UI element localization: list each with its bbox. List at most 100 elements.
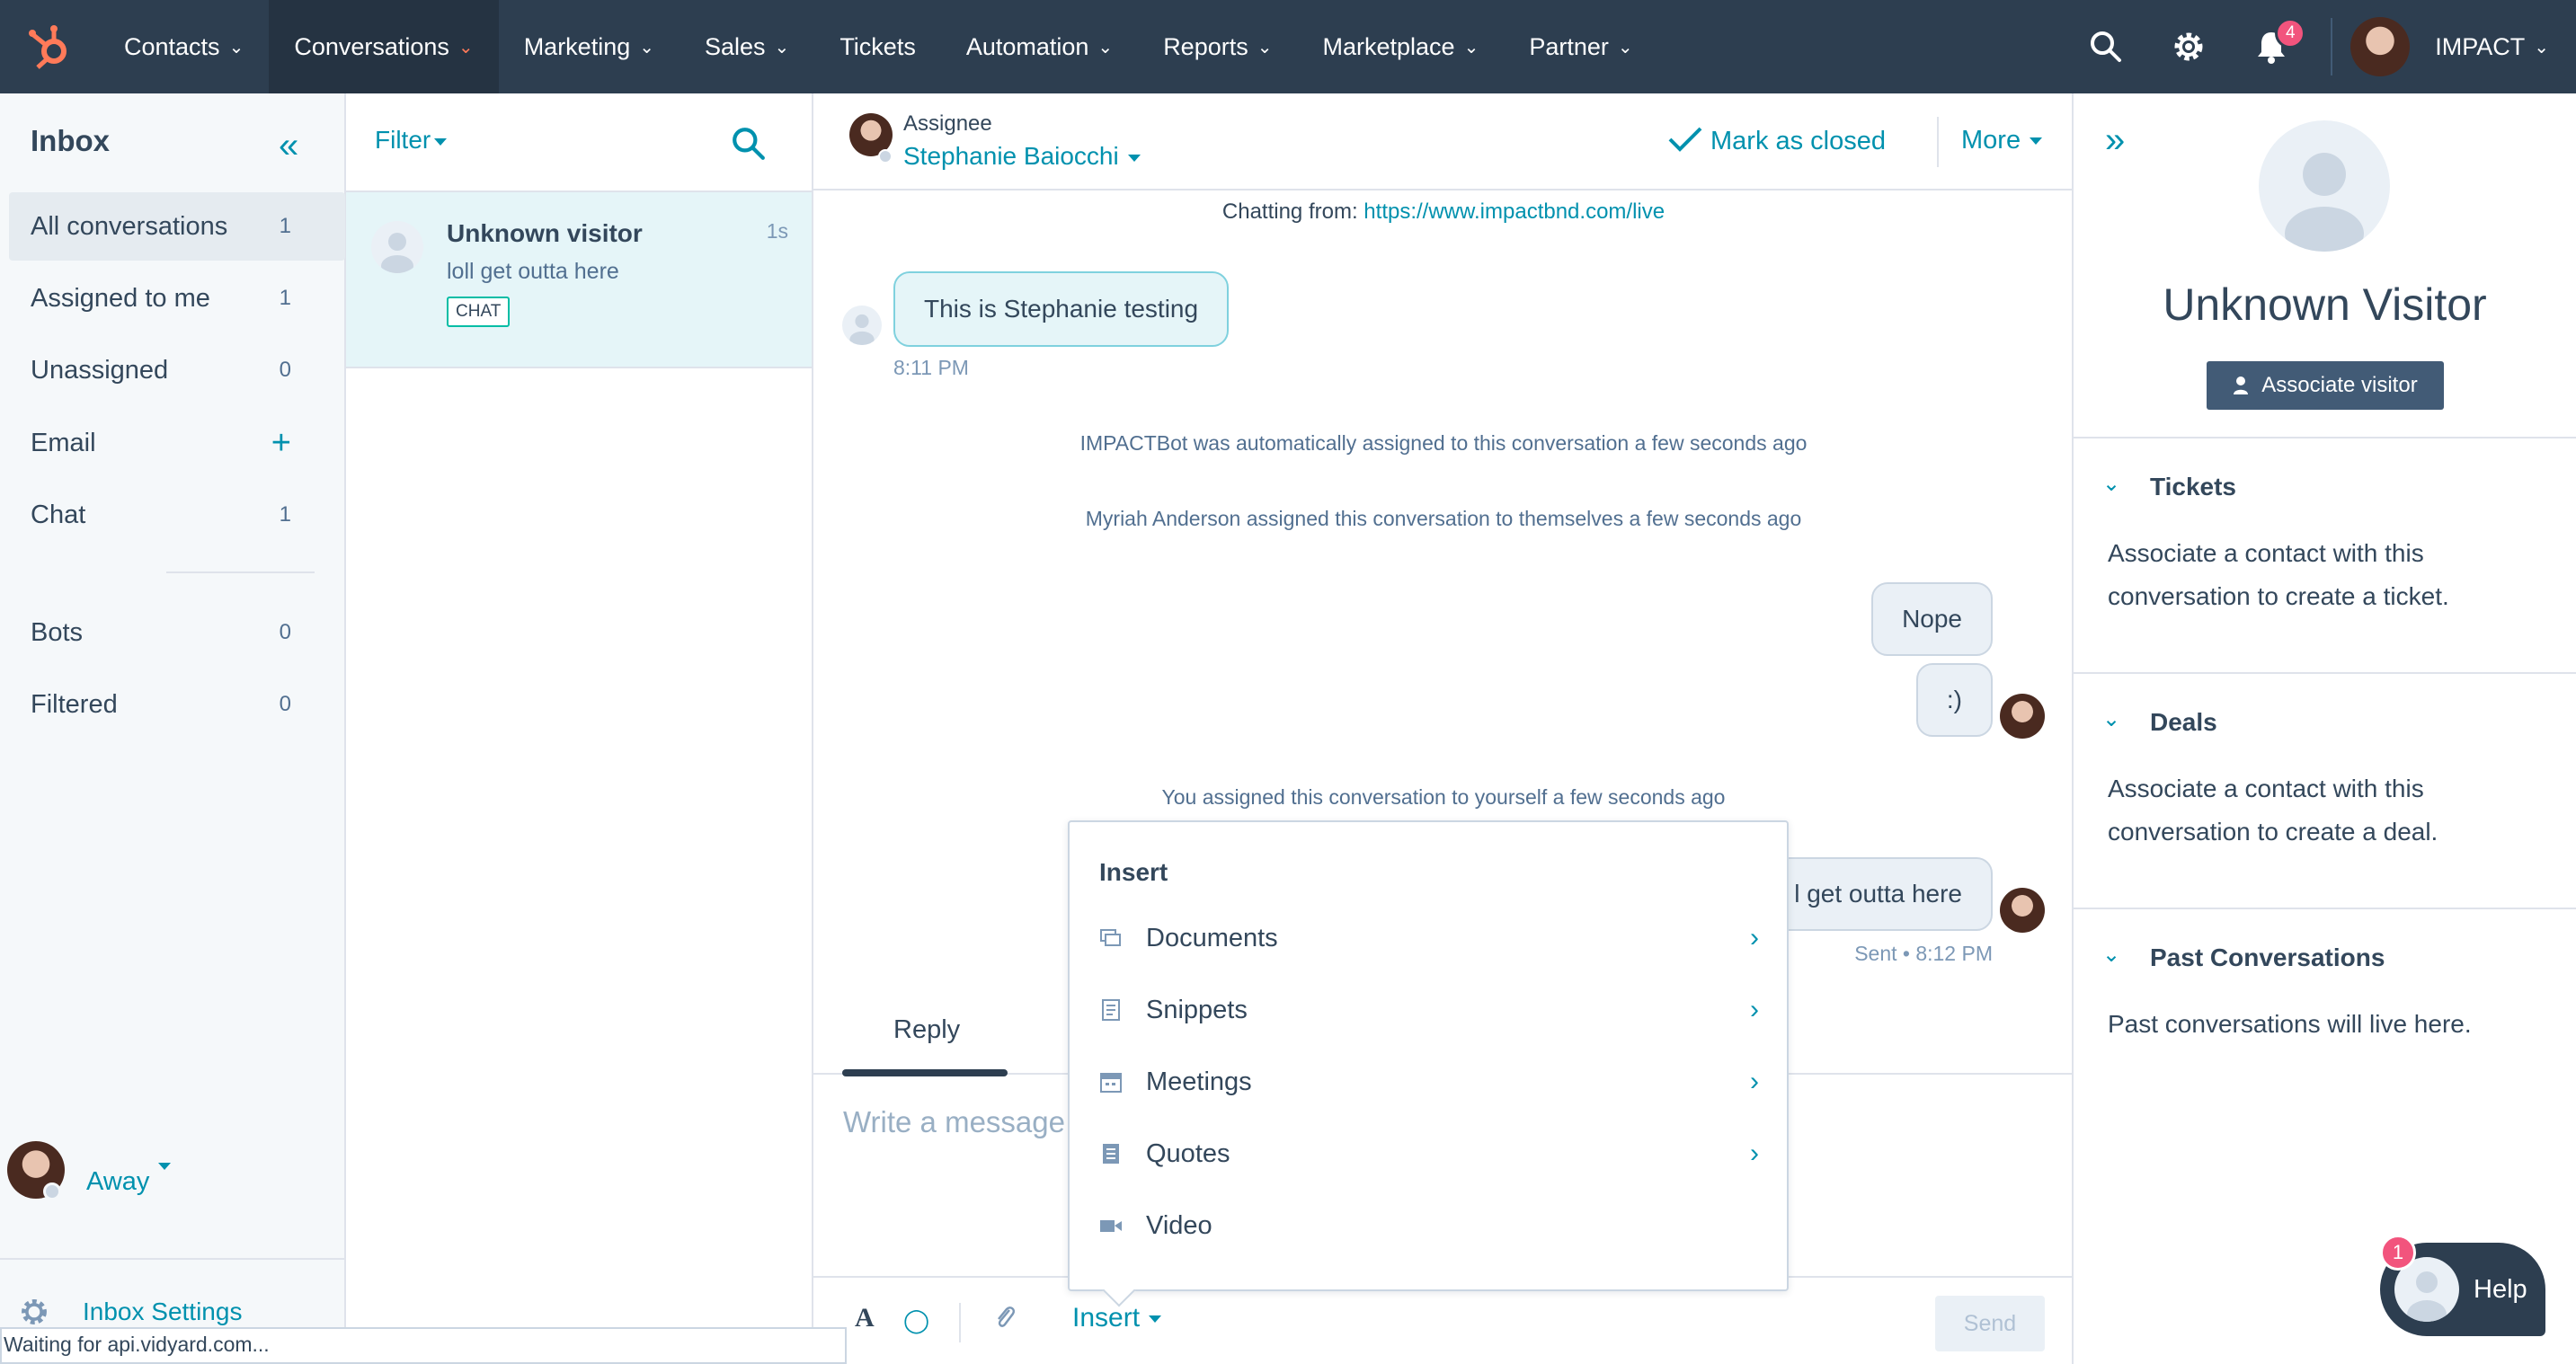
associate-visitor-button[interactable]: Associate visitor [2207,361,2444,410]
insert-menu-item-documents[interactable]: Documents › [1099,907,1764,970]
account-avatar [2350,17,2411,76]
chevron-down-icon[interactable]: ⌄ [2102,471,2120,497]
checkmark-icon [1668,127,1702,152]
system-message: Myriah Anderson assigned this conversati… [1085,507,1802,530]
availability-status[interactable]: Away [7,1141,172,1200]
caret-down-icon [1127,154,1141,162]
message-bubble-outgoing: l get outta here [1763,857,1993,931]
filter-dropdown[interactable]: Filter [375,126,448,155]
assignee-dropdown[interactable]: Stephanie Baiocchi [903,142,1141,171]
contact-name: Unknown Visitor [2163,279,2487,330]
contact-sidebar: » Unknown Visitor Associate visitor ⌄ Ti… [2074,93,2576,1364]
nav-automation[interactable]: Automation ⌄ [941,0,1138,93]
conversation-list: Filter Unknown visitor 1s loll get outta… [346,93,813,1364]
expand-sidebar-icon[interactable]: » [2105,120,2125,161]
inbox-item-count: 1 [279,286,291,310]
agent-avatar [2000,888,2045,933]
insert-menu-item-quotes[interactable]: Quotes › [1099,1122,1764,1185]
contact-avatar-icon [2259,120,2390,252]
chevron-down-icon[interactable]: ⌄ [2102,942,2120,968]
tab-reply[interactable]: Reply [893,1015,960,1045]
calendar-icon [1100,1073,1122,1093]
inbox-sidebar: Inbox « All conversations 1 Assigned to … [0,93,346,1364]
chevron-down-icon[interactable]: ⌄ [2102,706,2120,732]
nav-partner[interactable]: Partner ⌄ [1504,0,1657,93]
header-divider [1937,117,1939,167]
nav-sales[interactable]: Sales ⌄ [680,0,814,93]
chevron-right-icon: › [1750,1138,1759,1168]
insert-menu-label: Video [1146,1210,1212,1240]
inbox-title: Inbox [31,124,110,157]
more-dropdown[interactable]: More [1961,126,2043,155]
active-tab-indicator [842,1069,1008,1076]
section-title[interactable]: Deals [2150,708,2217,737]
inbox-divider [166,571,315,573]
inbox-settings-label: Inbox Settings [83,1298,243,1325]
message-sent-time: Sent • 8:12 PM [1854,942,1993,965]
inbox-item-chat[interactable]: Chat 1 [9,481,345,549]
collapse-sidebar-icon[interactable]: « [279,126,298,166]
section-title[interactable]: Past Conversations [2150,943,2385,972]
system-message: You assigned this conversation to yourse… [1161,785,1726,809]
nav-tickets[interactable]: Tickets [814,0,941,93]
nav-marketing[interactable]: Marketing ⌄ [499,0,680,93]
inbox-item-label: Bots [31,617,84,647]
gear-icon[interactable] [2147,0,2230,93]
caret-down-icon [434,137,448,146]
inbox-item-all-conversations[interactable]: All conversations 1 [9,192,345,261]
top-navigation: Contacts ⌄ Conversations ⌄ Marketing ⌄ Sale… [0,0,2576,93]
nav-reports[interactable]: Reports ⌄ [1138,0,1297,93]
nav-contacts[interactable]: Contacts ⌄ [99,0,269,93]
conversation-name: Unknown visitor [447,219,643,247]
chevron-down-icon: ⌄ [2534,37,2549,58]
inbox-item-count: 0 [279,692,291,716]
personalize-icon[interactable]: ◯ [903,1306,929,1334]
chevron-right-icon: › [1750,1067,1759,1096]
mark-as-closed-button[interactable]: Mark as closed [1667,126,1886,156]
notifications-bell-icon[interactable]: 4 [2230,0,2313,93]
chevron-down-icon: ⌄ [1097,37,1114,58]
inbox-item-bots[interactable]: Bots 0 [9,598,345,667]
insert-menu-item-snippets[interactable]: Snippets › [1099,979,1764,1041]
search-icon[interactable] [2065,0,2147,93]
status-label: Away [86,1166,150,1196]
account-name: IMPACT [2435,32,2526,60]
message-input[interactable]: Write a message [843,1105,1065,1139]
search-conversations-icon[interactable] [731,126,767,166]
text-format-icon[interactable]: A [855,1303,875,1333]
attachment-icon[interactable] [993,1303,1017,1339]
conversation-card[interactable]: Unknown visitor 1s loll get outta here C… [346,190,812,368]
message-time: 8:11 PM [893,356,969,379]
chevron-down-icon: ⌄ [774,37,790,58]
section-title[interactable]: Tickets [2150,473,2236,501]
chevron-down-icon: ⌄ [1257,37,1273,58]
help-badge: 1 [2380,1235,2416,1271]
insert-menu-item-video[interactable]: Video [1099,1194,1764,1257]
chevron-down-icon: ⌄ [639,37,654,58]
chatting-from-link[interactable]: https://www.impactbnd.com/live [1364,199,1665,224]
section-deals: ⌄ Deals Associate a contact with this co… [2074,672,2576,908]
status-dot-icon [43,1182,61,1200]
add-email-icon[interactable]: + [271,424,291,463]
nav-conversations[interactable]: Conversations ⌄ [269,0,499,93]
status-dot-icon [878,149,893,164]
nav-marketplace[interactable]: Marketplace ⌄ [1298,0,1505,93]
insert-menu-item-meetings[interactable]: Meetings › [1099,1050,1764,1113]
inbox-item-filtered[interactable]: Filtered 0 [9,670,345,739]
inbox-item-count: 0 [279,358,291,382]
chevron-down-icon: ⌄ [228,37,244,58]
send-button[interactable]: Send [1935,1296,2045,1351]
inbox-item-count: 1 [279,502,291,527]
nav-divider [2331,18,2333,75]
hubspot-logo-icon[interactable] [0,0,99,93]
inbox-item-label: Email [31,428,96,457]
inbox-item-email[interactable]: Email + [9,409,345,477]
account-menu[interactable]: IMPACT ⌄ [2350,17,2576,76]
insert-dropdown[interactable]: Insert [1072,1303,1162,1333]
insert-menu: Insert Documents › Snippets › Meetings ›… [1068,820,1789,1291]
chevron-right-icon: › [1750,923,1759,952]
inbox-item-label: Filtered [31,689,118,719]
gear-icon [22,1299,47,1324]
inbox-item-unassigned[interactable]: Unassigned 0 [9,336,345,404]
inbox-item-assigned-to-me[interactable]: Assigned to me 1 [9,264,345,332]
